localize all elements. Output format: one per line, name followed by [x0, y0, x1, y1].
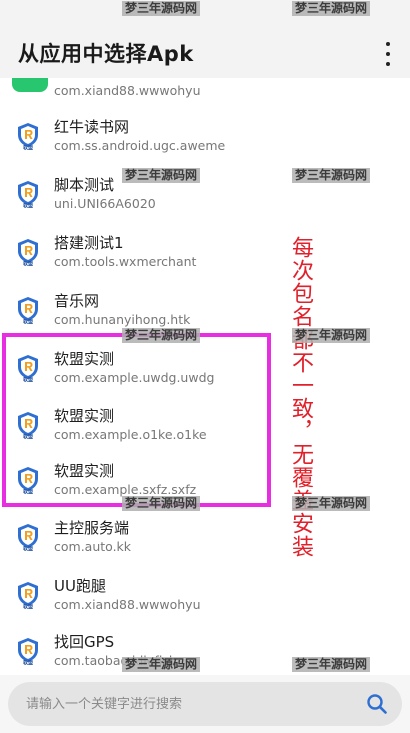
ruanmeng-shield-icon: 软盟: [18, 355, 38, 383]
app-icon-partial: [12, 78, 48, 92]
list-item-app-7[interactable]: 软盟 软盟实测 com.example.sxfz.sxfz: [0, 458, 410, 514]
package-name: com.xiand88.wwwohyu: [54, 597, 201, 612]
search-input[interactable]: [8, 682, 352, 726]
app-name: 软盟实测: [54, 407, 115, 425]
list-item-app-9[interactable]: 软盟 UU跑腿 com.xiand88.wwwohyu: [0, 573, 410, 629]
package-name: com.xiand88.wwwohyu: [54, 83, 201, 98]
package-name: com.ss.android.ugc.aweme: [54, 138, 226, 153]
search-button[interactable]: [352, 682, 402, 726]
package-name: com.example.sxfz.sxfz: [54, 482, 197, 497]
search-bar: [0, 675, 410, 733]
app-name: 搭建测试1: [54, 234, 124, 252]
app-name: UU跑腿: [54, 577, 106, 595]
search-icon: [367, 694, 387, 714]
icon-label: 软盟: [23, 434, 33, 440]
package-name: com.taobao.idlefish: [54, 653, 177, 668]
ruanmeng-shield-icon: 软盟: [18, 638, 38, 666]
icon-label: 软盟: [23, 377, 33, 383]
icon-label: 软盟: [23, 489, 33, 495]
app-name: 红牛读书网: [54, 118, 130, 136]
menu-dot: [386, 62, 390, 66]
package-name: uni.UNI66A6020: [54, 196, 156, 211]
page-title: 从应用中选择Apk: [18, 42, 194, 66]
menu-dot: [386, 42, 390, 46]
ruanmeng-shield-icon: 软盟: [18, 181, 38, 209]
list-item-app-10[interactable]: 软盟 找回GPS com.taobao.idlefish: [0, 629, 410, 675]
icon-label: 软盟: [23, 203, 33, 209]
app-name: 主控服务端: [54, 519, 130, 537]
app-name: 软盟实测: [54, 462, 115, 480]
annotation-note: 每次包名都不一致，无覆盖安装: [288, 236, 313, 558]
icon-label: 软盟: [23, 261, 33, 267]
list-item-app-4[interactable]: 软盟 音乐网 com.hunanyihong.htk: [0, 288, 410, 344]
ruanmeng-shield-icon: 软盟: [18, 412, 38, 440]
package-name: com.auto.kk: [54, 539, 132, 554]
icon-label: 软盟: [23, 604, 33, 610]
ruanmeng-shield-icon: 软盟: [18, 123, 38, 151]
icon-label: 软盟: [23, 145, 33, 151]
app-name: 音乐网: [54, 292, 100, 310]
package-name: com.tools.wxmerchant: [54, 254, 197, 269]
icon-label: 软盟: [23, 546, 33, 552]
list-item-app-5[interactable]: 软盟 软盟实测 com.example.uwdg.uwdg: [0, 346, 410, 402]
list-item-app-6[interactable]: 软盟 软盟实测 com.example.o1ke.o1ke: [0, 403, 410, 459]
ruanmeng-shield-icon: 软盟: [18, 239, 38, 267]
ruanmeng-shield-icon: 软盟: [18, 467, 38, 495]
ruanmeng-shield-icon: 软盟: [18, 297, 38, 325]
icon-label: 软盟: [23, 319, 33, 325]
list-item-app-3[interactable]: 软盟 搭建测试1 com.tools.wxmerchant: [0, 230, 410, 286]
menu-dot: [386, 52, 390, 56]
ruanmeng-shield-icon: 软盟: [18, 582, 38, 610]
app-bar: 从应用中选择Apk: [0, 0, 410, 78]
list-item-app-2[interactable]: 软盟 脚本测试 uni.UNI66A6020: [0, 172, 410, 228]
list-item-app-1[interactable]: 软盟 红牛读书网 com.ss.android.ugc.aweme: [0, 114, 410, 170]
ruanmeng-shield-icon: 软盟: [18, 524, 38, 552]
package-name: com.hunanyihong.htk: [54, 312, 191, 327]
app-name: 软盟实测: [54, 350, 115, 368]
package-name: com.example.o1ke.o1ke: [54, 427, 207, 442]
app-name: 脚本测试: [54, 176, 115, 194]
list-item-app-8[interactable]: 软盟 主控服务端 com.auto.kk: [0, 515, 410, 571]
icon-label: 软盟: [23, 660, 33, 666]
app-list[interactable]: com.xiand88.wwwohyu 软盟 红牛读书网 com.ss.andr…: [0, 78, 410, 675]
more-vertical-icon[interactable]: [382, 42, 394, 66]
app-name: 找回GPS: [54, 633, 115, 651]
package-name: com.example.uwdg.uwdg: [54, 370, 215, 385]
